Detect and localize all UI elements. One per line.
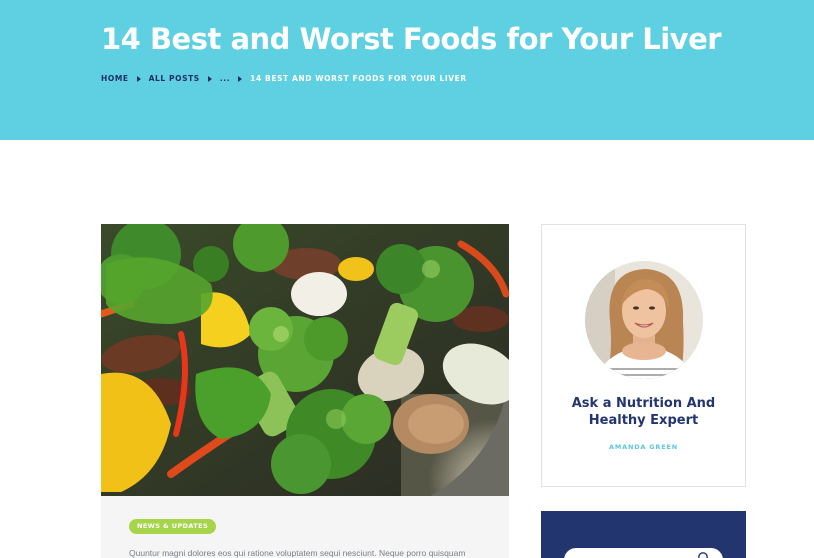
author-card: Ask a Nutrition And Healthy Expert AMAND… (541, 224, 746, 487)
post-summary: NEWS & UPDATES Quuntur magni dolores eos… (101, 496, 509, 558)
breadcrumb-home[interactable]: HOME (101, 74, 129, 83)
breadcrumb-all-posts[interactable]: ALL POSTS (149, 74, 200, 83)
avatar (585, 261, 703, 379)
breadcrumb: HOME ALL POSTS ... 14 BEST AND WORST FOO… (101, 74, 467, 83)
post-excerpt: Quuntur magni dolores eos qui ratione vo… (129, 548, 466, 558)
breadcrumb-separator-icon (136, 75, 141, 82)
author-name: AMANDA GREEN (609, 443, 678, 451)
search-widget (541, 511, 746, 558)
category-badge[interactable]: NEWS & UPDATES (129, 519, 217, 534)
breadcrumb-separator-icon (238, 75, 243, 82)
post-featured-image[interactable] (101, 224, 509, 496)
vegetable-stir-fry-image (101, 224, 509, 496)
author-card-title: Ask a Nutrition And Healthy Expert (571, 396, 716, 428)
breadcrumb-separator-icon (207, 75, 212, 82)
breadcrumb-current: 14 BEST AND WORST FOODS FOR YOUR LIVER (250, 74, 467, 83)
breadcrumb-ellipsis[interactable]: ... (220, 74, 230, 83)
page-hero: 14 Best and Worst Foods for Your Liver H… (0, 0, 814, 140)
page-title: 14 Best and Worst Foods for Your Liver (101, 22, 722, 56)
search-icon[interactable] (697, 551, 711, 558)
author-photo (585, 261, 703, 379)
